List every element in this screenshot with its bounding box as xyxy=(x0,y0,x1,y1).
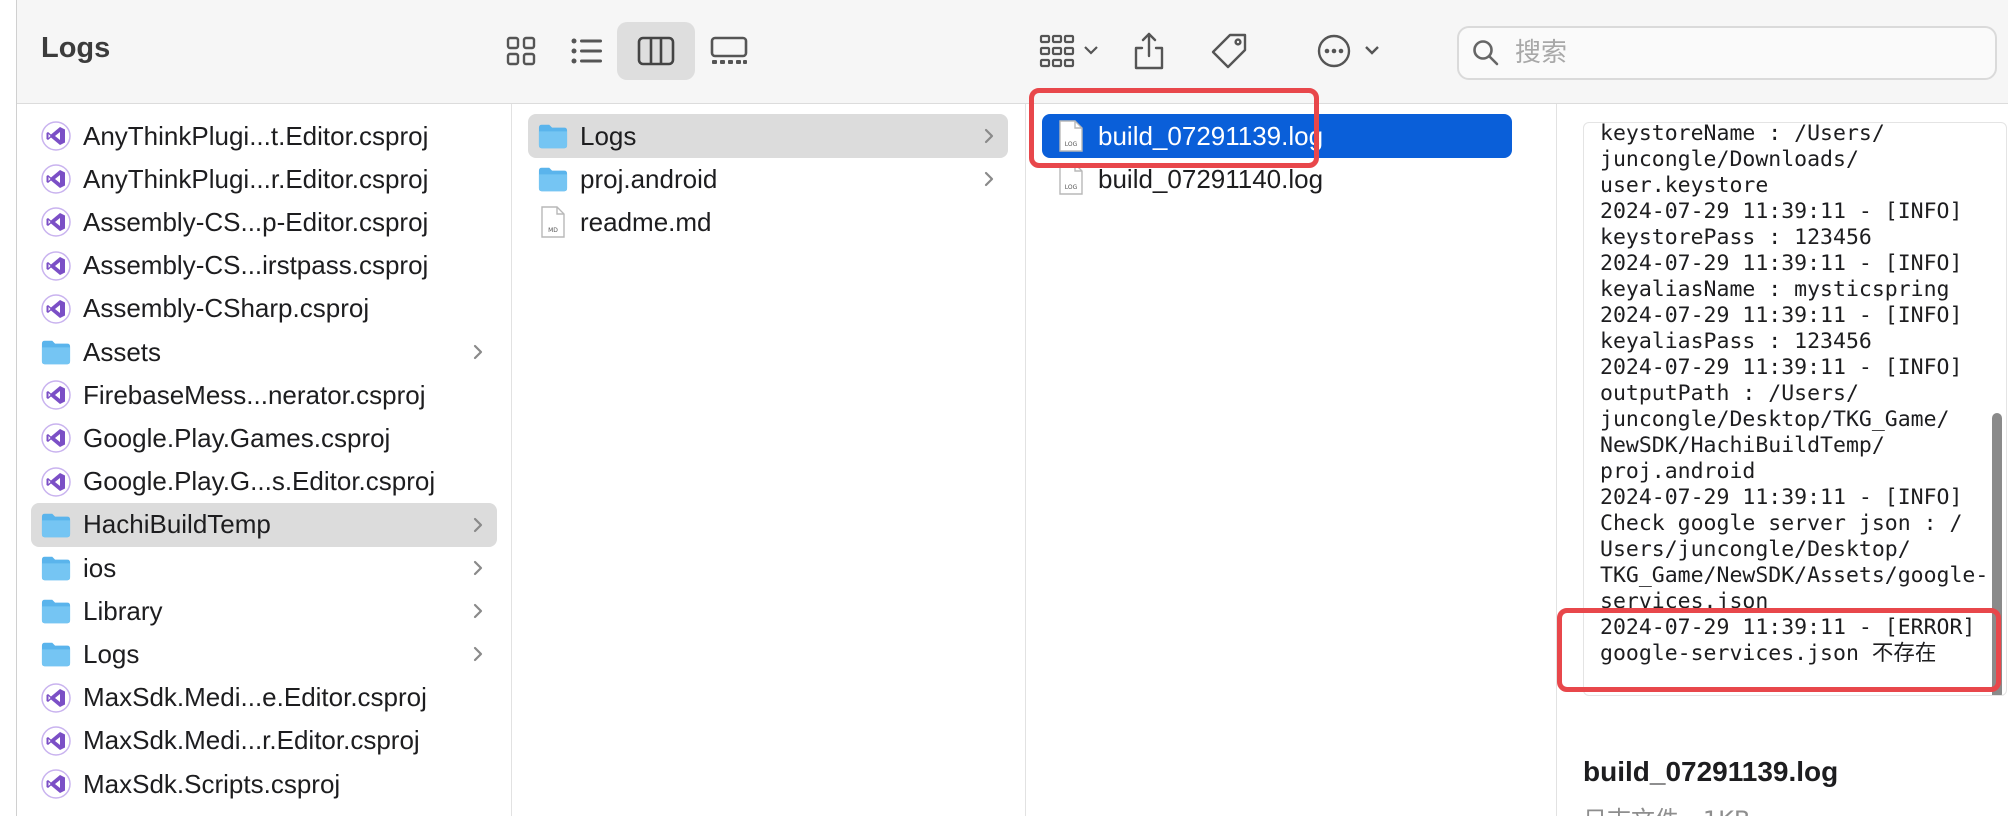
more-actions-button[interactable] xyxy=(1307,22,1391,80)
more-icon xyxy=(1317,34,1379,68)
column1-item[interactable]: AnyThinkPlugi...r.Editor.csproj xyxy=(31,157,497,201)
icon-view-button[interactable] xyxy=(487,22,555,80)
grid-icon xyxy=(506,36,536,66)
group-icon xyxy=(1039,34,1098,68)
visual-studio-icon xyxy=(41,769,71,799)
column1-item-label: AnyThinkPlugi...t.Editor.csproj xyxy=(83,120,429,151)
column2-item-label: Logs xyxy=(580,120,637,151)
chevron-right-icon xyxy=(471,643,485,670)
markdown-file-icon: MD xyxy=(538,206,568,239)
visual-studio-icon xyxy=(41,250,71,281)
highlight-selected-log xyxy=(1029,88,1319,168)
column1-item-label: Assembly-CS...irstpass.csproj xyxy=(83,250,429,281)
svg-text:LOG: LOG xyxy=(1065,184,1078,191)
column1-item[interactable]: Logs xyxy=(31,632,497,676)
column1-item-label: MaxSdk.Scripts.csproj xyxy=(83,768,341,799)
column-hachibuildtemp[interactable]: Logs proj.android MD readme.md xyxy=(512,104,1026,816)
folder-icon xyxy=(538,121,568,151)
visual-studio-icon xyxy=(41,164,71,194)
column-logs[interactable]: LOG build_07291139.log LOG build_07291140.l… xyxy=(1026,104,1557,816)
folder-icon xyxy=(41,596,71,626)
column1-item-label: Assets xyxy=(83,336,162,367)
folder-icon xyxy=(41,553,71,583)
column1-item-label: MaxSdk.Medi...r.Editor.csproj xyxy=(83,725,420,756)
preview-pane: keystoreName : /Users/ juncongle/Downloa… xyxy=(1557,104,2008,816)
search-icon xyxy=(1459,39,1513,67)
highlight-error-line xyxy=(1557,608,2001,692)
chevron-right-icon xyxy=(471,600,485,627)
column2-item[interactable]: proj.android xyxy=(528,157,1008,201)
column1-item[interactable]: Assembly-CS...irstpass.csproj xyxy=(31,244,497,288)
gallery-view-button[interactable] xyxy=(693,22,765,80)
svg-text:MD: MD xyxy=(548,227,558,234)
list-icon xyxy=(571,38,602,64)
visual-studio-icon xyxy=(41,294,71,324)
group-button[interactable] xyxy=(1027,22,1113,80)
log-file-icon: LOG xyxy=(1056,163,1086,195)
visual-studio-icon xyxy=(41,726,71,756)
columns-icon xyxy=(637,36,675,66)
column1-item[interactable]: MaxSdk.Medi...r.Editor.csproj xyxy=(31,719,497,763)
folder-icon xyxy=(41,639,71,669)
column1-item-label: Google.Play.Games.csproj xyxy=(83,422,391,453)
visual-studio-icon xyxy=(41,121,71,151)
preview-file-name: build_07291139.log xyxy=(1583,756,1839,787)
column1-item-label: Google.Play.G...s.Editor.csproj xyxy=(83,466,436,497)
chevron-right-icon xyxy=(982,125,996,152)
search-input[interactable] xyxy=(1513,37,1977,69)
visual-studio-icon xyxy=(41,207,71,238)
chevron-right-icon xyxy=(471,341,485,368)
column1-item-label: MaxSdk.Medi...e.Editor.csproj xyxy=(83,682,427,713)
column1-item[interactable]: MaxSdk.Scripts.csproj xyxy=(31,762,497,806)
visual-studio-icon xyxy=(41,682,71,713)
preview-file-meta: 日志文件 - 1KB xyxy=(1583,800,1750,816)
column3-item-label: build_07291140.log xyxy=(1098,163,1324,194)
column1-item[interactable]: Library xyxy=(31,589,497,633)
finder-window: Logs AnyThinkPl xyxy=(16,0,2008,816)
list-view-button[interactable] xyxy=(553,22,621,80)
folder-icon xyxy=(41,510,71,540)
column1-item-label: ios xyxy=(83,552,117,583)
column1-item-label: FirebaseMess...nerator.csproj xyxy=(83,379,426,410)
tag-icon xyxy=(1211,33,1247,69)
search-field[interactable] xyxy=(1457,26,1997,80)
gallery-icon xyxy=(710,36,748,64)
column1-item[interactable]: HachiBuildTemp xyxy=(31,502,497,547)
column1-item[interactable]: Google.Play.Games.csproj xyxy=(31,416,497,460)
share-icon xyxy=(1134,32,1164,70)
window-title: Logs xyxy=(41,32,111,64)
column1-item-label: HachiBuildTemp xyxy=(83,509,271,540)
folder-icon xyxy=(538,164,568,194)
column1-item-label: Library xyxy=(83,595,163,626)
column1-item-label: AnyThinkPlugi...r.Editor.csproj xyxy=(83,163,429,194)
share-button[interactable] xyxy=(1121,22,1177,80)
chevron-right-icon xyxy=(982,168,996,195)
column1-item[interactable]: FirebaseMess...nerator.csproj xyxy=(31,373,497,417)
column1-item-label: Assembly-CS...p-Editor.csproj xyxy=(83,206,429,237)
chevron-right-icon xyxy=(471,557,485,584)
toolbar: Logs xyxy=(17,0,2008,104)
column1-item-label: Assembly-CSharp.csproj xyxy=(83,293,370,324)
column2-item[interactable]: Logs xyxy=(528,114,1008,158)
visual-studio-icon xyxy=(41,466,71,497)
log-text: keystoreName : /Users/ juncongle/Downloa… xyxy=(1600,122,1989,666)
chevron-right-icon xyxy=(471,514,485,541)
column1-item[interactable]: Assembly-CSharp.csproj xyxy=(31,287,497,331)
folder-icon xyxy=(41,337,71,367)
column-project[interactable]: AnyThinkPlugi...t.Editor.csproj AnyThinkP… xyxy=(17,104,512,816)
column2-item-label: readme.md xyxy=(580,206,712,237)
tag-button[interactable] xyxy=(1201,22,1257,80)
visual-studio-icon xyxy=(41,380,71,410)
column1-item[interactable]: Google.Play.G...s.Editor.csproj xyxy=(31,460,497,504)
visual-studio-icon xyxy=(41,423,71,454)
column2-item[interactable]: MD readme.md xyxy=(528,200,1008,244)
column1-item[interactable]: AnyThinkPlugi...t.Editor.csproj xyxy=(31,114,497,158)
column1-item[interactable]: Assets xyxy=(31,330,497,374)
column2-item-label: proj.android xyxy=(580,163,718,194)
column-view-button[interactable] xyxy=(617,22,695,80)
column1-item[interactable]: ios xyxy=(31,546,497,590)
column1-item-label: Logs xyxy=(83,638,140,669)
column1-item[interactable]: MaxSdk.Medi...e.Editor.csproj xyxy=(31,676,497,720)
column1-item[interactable]: Assembly-CS...p-Editor.csproj xyxy=(31,200,497,244)
